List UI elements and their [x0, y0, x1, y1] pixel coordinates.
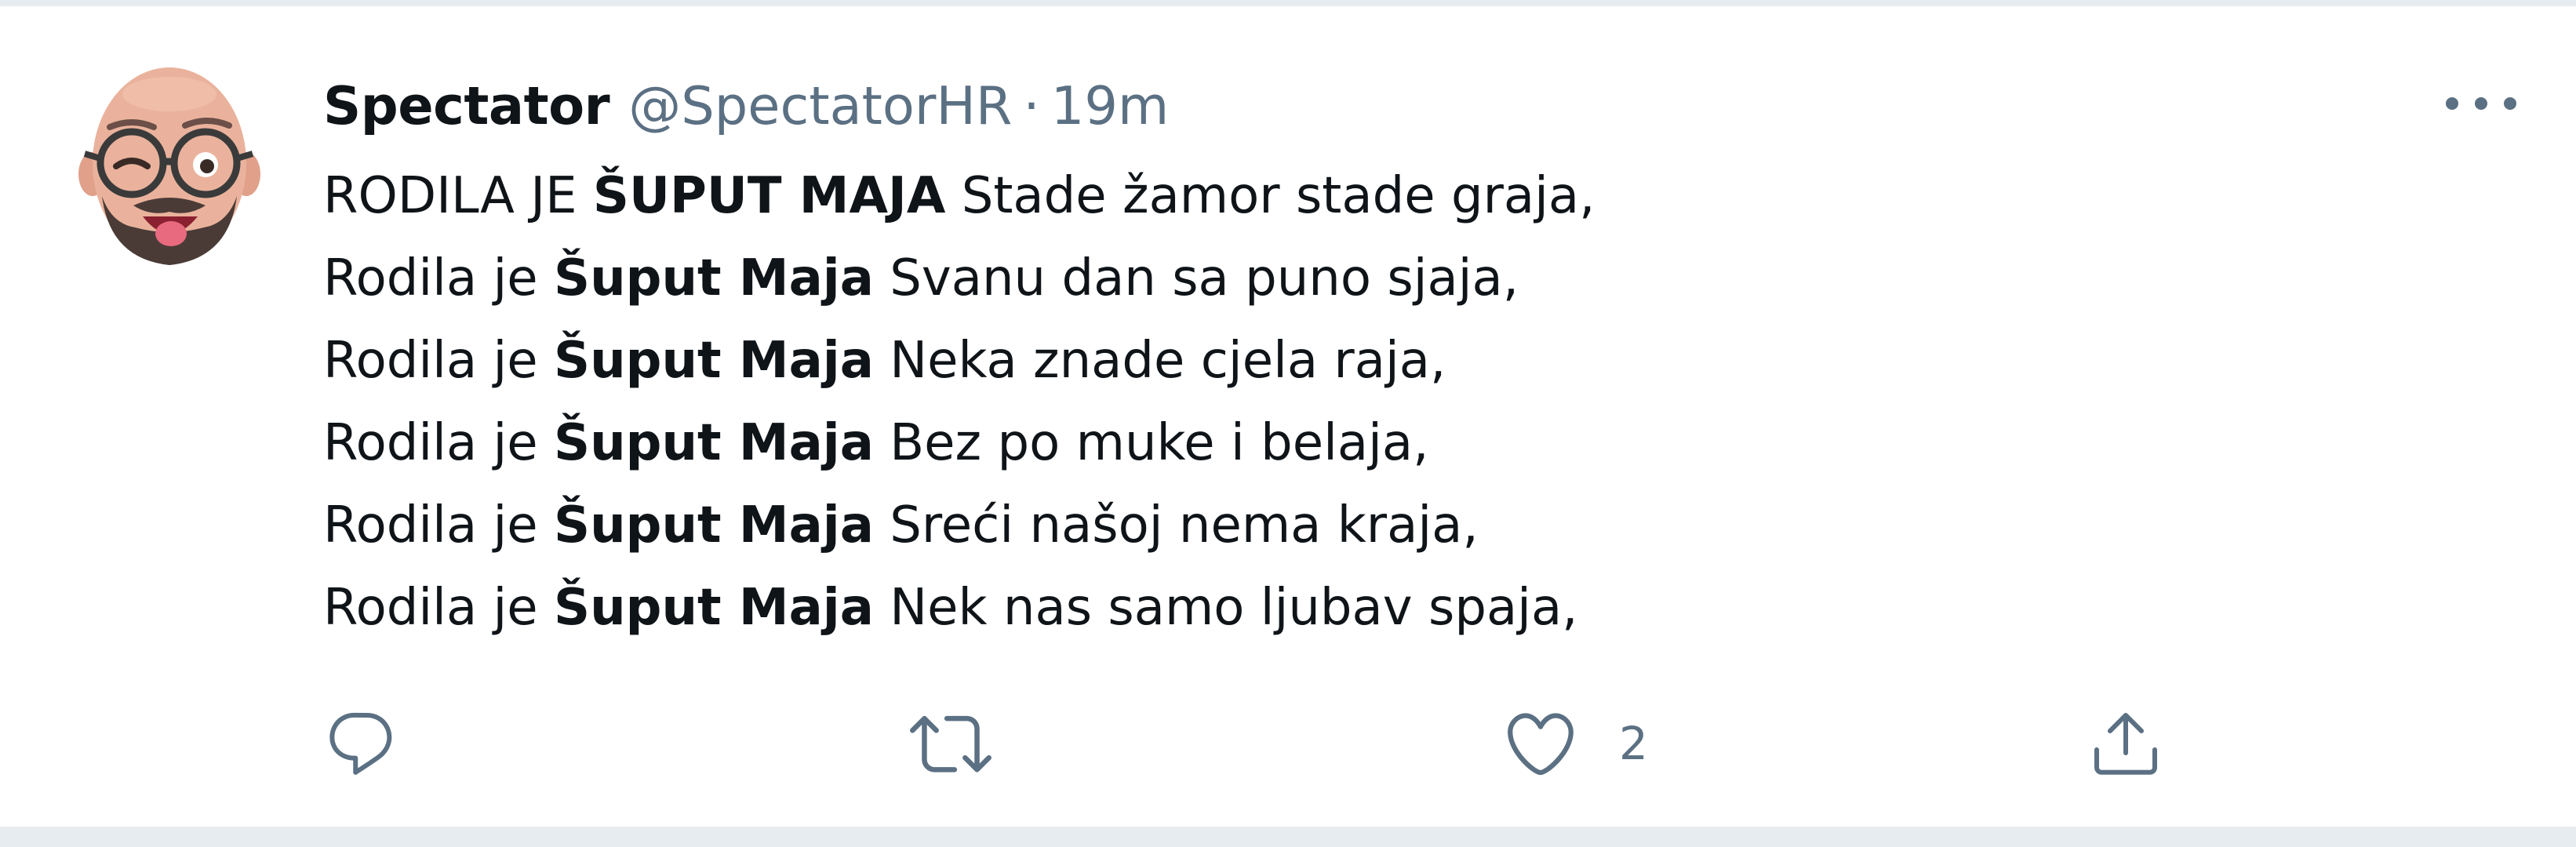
line-prefix: RODILA JE [323, 167, 593, 225]
tweet-line: Rodila je Šuput Maja Svanu dan sa puno s… [323, 238, 1595, 320]
line-prefix: Rodila je [323, 332, 554, 390]
line-bold: Šuput Maja [554, 579, 874, 637]
line-suffix: Neka znade cjela raja, [873, 332, 1446, 390]
line-bold: Šuput Maja [554, 249, 874, 307]
like-count: 2 [1619, 717, 1648, 770]
line-suffix: Nek nas samo ljubav spaja, [873, 579, 1578, 637]
reply-icon [329, 712, 392, 775]
tweet-line: Rodila je Šuput Maja Nek nas samo ljubav… [323, 567, 1595, 649]
share-icon [2094, 713, 2157, 775]
tweet-timestamp[interactable]: 19m [1051, 71, 1170, 141]
more-dot [2475, 97, 2487, 110]
tweet-text: RODILA JE ŠUPUT MAJA Stade žamor stade g… [323, 155, 1595, 649]
heart-icon [1508, 713, 1574, 776]
retweet-button[interactable] [910, 696, 991, 791]
tweet-line: Rodila je Šuput Maja Bez po muke i belaj… [323, 402, 1595, 485]
line-suffix: Sreći našoj nema kraja, [873, 496, 1479, 554]
line-bold: ŠUPUT MAJA [592, 167, 946, 225]
line-bold: Šuput Maja [554, 332, 874, 390]
tweet-header: Spectator @SpectatorHR · 19m [323, 71, 1169, 141]
line-prefix: Rodila je [323, 414, 554, 472]
more-options-icon[interactable] [2446, 88, 2516, 119]
line-bold: Šuput Maja [554, 414, 874, 472]
author-handle[interactable]: @SpectatorHR [628, 71, 1012, 141]
reply-button[interactable] [323, 696, 398, 791]
tweet-actions: 2 [0, 696, 2576, 791]
header-separator: · [1023, 75, 1040, 136]
author-name[interactable]: Spectator [323, 71, 610, 141]
line-prefix: Rodila je [323, 249, 554, 307]
line-suffix: Svanu dan sa puno sjaja, [873, 249, 1519, 307]
tweet-line: RODILA JE ŠUPUT MAJA Stade žamor stade g… [323, 155, 1595, 238]
like-button[interactable]: 2 [1501, 696, 1648, 791]
tweet-card[interactable]: Spectator @SpectatorHR · 19m RODILA JE Š… [0, 6, 2576, 827]
avatar[interactable] [78, 63, 260, 268]
line-bold: Šuput Maja [554, 496, 874, 554]
tweet-line: Rodila je Šuput Maja Sreći našoj nema kr… [323, 485, 1595, 567]
line-suffix: Stade žamor stade graja, [945, 167, 1595, 225]
retweet-icon [910, 715, 991, 772]
tweet-line: Rodila je Šuput Maja Neka znade cjela ra… [323, 320, 1595, 402]
line-prefix: Rodila je [323, 496, 554, 554]
share-button[interactable] [2088, 696, 2163, 791]
avatar-image [78, 67, 260, 265]
line-suffix: Bez po muke i belaja, [873, 414, 1429, 472]
more-dot [2504, 97, 2516, 110]
line-prefix: Rodila je [323, 579, 554, 637]
more-dot [2446, 97, 2458, 110]
